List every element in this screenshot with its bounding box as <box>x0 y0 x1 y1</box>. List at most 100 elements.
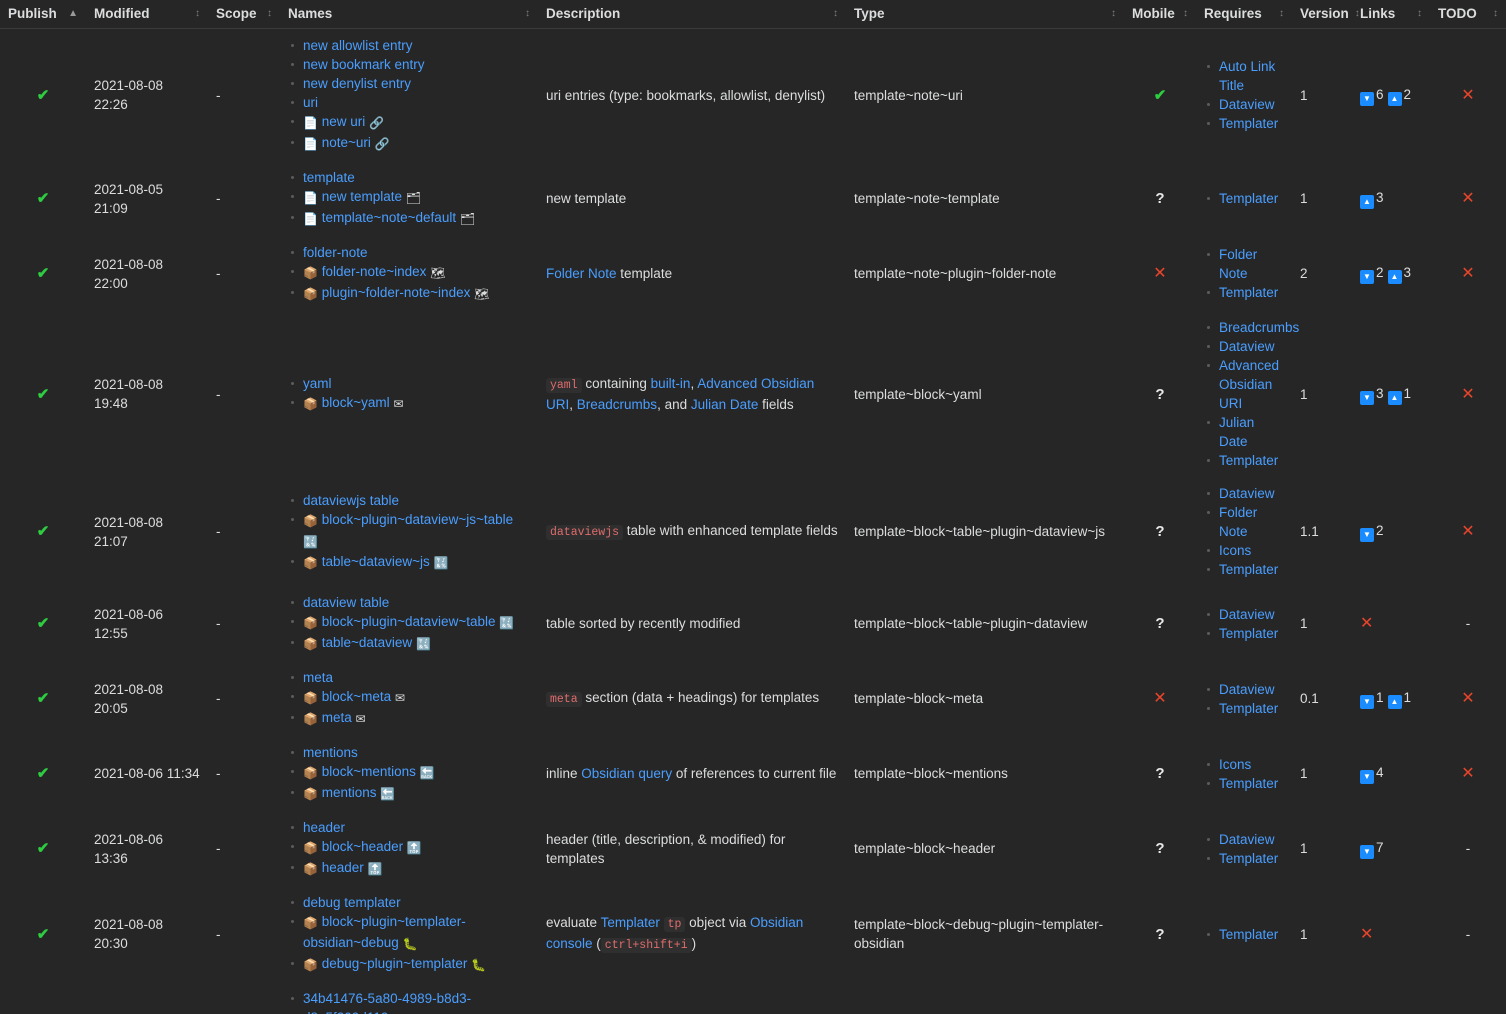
sort-arrow-links[interactable]: ↕ <box>1417 8 1422 19</box>
name-link[interactable]: debug templater <box>303 895 401 910</box>
column-header-scope[interactable]: Scope ↕ <box>208 0 280 29</box>
inlinks-badge[interactable]: ▼ <box>1360 270 1374 284</box>
inlinks-badge[interactable]: ▼ <box>1360 91 1374 106</box>
description-link[interactable]: Obsidian query <box>581 766 672 781</box>
requires-link[interactable]: Templater <box>1219 285 1278 300</box>
requires-link[interactable]: Templater <box>1219 701 1278 716</box>
column-header-modified[interactable]: Modified ↕ <box>86 0 208 29</box>
sort-arrow-publish[interactable]: ▲ <box>68 8 78 19</box>
name-link[interactable]: folder-note~index <box>322 264 427 279</box>
name-link[interactable]: meta <box>303 670 333 685</box>
sort-arrow-requires[interactable]: ↕ <box>1279 8 1284 19</box>
sort-arrow-description[interactable]: ↕ <box>833 8 838 19</box>
name-link[interactable]: folder-note <box>303 245 368 260</box>
requires-link[interactable]: Dataview <box>1219 682 1275 697</box>
requires-link[interactable]: Advanced Obsidian URI <box>1219 358 1279 411</box>
name-link[interactable]: dataview table <box>303 595 389 610</box>
requires-link[interactable]: Templater <box>1219 626 1278 641</box>
name-link[interactable]: debug~plugin~templater <box>322 956 468 971</box>
inlinks-badge[interactable]: ▼ <box>1360 770 1374 784</box>
modified-timestamp: 2021-08-08 20:30 <box>94 917 164 951</box>
sort-arrow-modified[interactable]: ↕ <box>195 8 200 19</box>
name-link[interactable]: block~plugin~templater-obsidian~debug <box>303 914 466 950</box>
description-link[interactable]: Julian Date <box>691 397 759 412</box>
name-link[interactable]: mentions <box>322 785 377 800</box>
inlinks-badge[interactable]: ▼ <box>1360 845 1374 859</box>
requires-link[interactable]: Julian Date <box>1219 415 1254 449</box>
column-header-version[interactable]: Version ↕ <box>1292 0 1360 29</box>
requires-link[interactable]: Templater <box>1219 191 1278 206</box>
column-header-type[interactable]: Type ↕ <box>846 0 1124 29</box>
outlinks-badge[interactable]: ▲ <box>1387 270 1402 284</box>
column-header-description[interactable]: Description ↕ <box>538 0 846 29</box>
requires-link[interactable]: Dataview <box>1219 832 1275 847</box>
requires-link[interactable]: Templater <box>1219 776 1278 791</box>
name-link[interactable]: new denylist entry <box>303 76 411 91</box>
requires-list: Folder Note Templater <box>1204 245 1284 302</box>
name-link[interactable]: note~uri <box>322 135 371 150</box>
name-link[interactable]: new uri <box>322 114 366 129</box>
sort-arrow-scope[interactable]: ↕ <box>267 8 272 19</box>
name-link[interactable]: new template <box>322 189 402 204</box>
outlinks-badge[interactable]: ▲ <box>1387 390 1402 405</box>
column-header-publish[interactable]: Publish ▲ <box>0 0 86 29</box>
outlinks-badge[interactable]: ▲ <box>1360 195 1374 209</box>
name-link[interactable]: header <box>303 820 345 835</box>
inlinks-badge[interactable]: ▼ <box>1360 528 1374 542</box>
outlinks-badge[interactable]: ▲ <box>1387 695 1402 709</box>
requires-item: Icons <box>1204 755 1284 774</box>
name-link[interactable]: template~note~default <box>322 210 456 225</box>
cell-type: template~block~table~plugin~dataview <box>846 586 1124 661</box>
name-link[interactable]: meta <box>322 710 352 725</box>
name-link[interactable]: block~mentions <box>322 764 416 779</box>
name-link[interactable]: block~yaml <box>322 395 390 410</box>
name-link[interactable]: yaml <box>303 376 332 391</box>
description-link[interactable]: built-in <box>651 376 691 391</box>
requires-link[interactable]: Folder Note <box>1219 247 1257 281</box>
description-link[interactable]: Templater <box>601 915 660 930</box>
name-link[interactable]: template <box>303 170 355 185</box>
description-link[interactable]: Breadcrumbs <box>577 397 657 412</box>
name-link[interactable]: new bookmark entry <box>303 57 425 72</box>
column-header-requires[interactable]: Requires ↕ <box>1196 0 1292 29</box>
sort-arrow-mobile[interactable]: ↕ <box>1183 8 1188 19</box>
requires-link[interactable]: Dataview <box>1219 607 1275 622</box>
column-header-mobile[interactable]: Mobile ↕ <box>1124 0 1196 29</box>
inlinks-badge[interactable]: ▼ <box>1360 390 1374 405</box>
name-link[interactable]: uri <box>303 95 318 110</box>
name-link[interactable]: block~plugin~dataview~table <box>322 614 496 629</box>
requires-link[interactable]: Templater <box>1219 927 1278 942</box>
outlinks-badge[interactable]: ▲ <box>1387 91 1402 106</box>
column-header-todo[interactable]: TODO ↕ <box>1430 0 1506 29</box>
inlinks-badge[interactable]: ▼ <box>1360 695 1374 709</box>
requires-link[interactable]: Icons <box>1219 543 1251 558</box>
sort-arrow-names[interactable]: ↕ <box>525 8 530 19</box>
name-link[interactable]: header <box>322 860 364 875</box>
column-header-links[interactable]: Links ↕ <box>1352 0 1430 29</box>
requires-link[interactable]: Folder Note <box>1219 505 1257 539</box>
name-link[interactable]: dataviewjs table <box>303 493 399 508</box>
name-link[interactable]: table~dataview~js <box>322 554 430 569</box>
name-link[interactable]: block~meta <box>322 689 391 704</box>
requires-link[interactable]: Templater <box>1219 851 1278 866</box>
name-link[interactable]: new allowlist entry <box>303 38 413 53</box>
name-link[interactable]: mentions <box>303 745 358 760</box>
requires-link[interactable]: Dataview <box>1219 339 1275 354</box>
column-header-names[interactable]: Names ↕ <box>280 0 538 29</box>
requires-link[interactable]: Dataview <box>1219 486 1275 501</box>
sort-arrow-todo[interactable]: ↕ <box>1493 8 1498 19</box>
description-link[interactable]: Folder Note <box>546 266 617 281</box>
name-link[interactable]: table~dataview <box>322 635 412 650</box>
sort-arrow-type[interactable]: ↕ <box>1111 8 1116 19</box>
name-link[interactable]: block~header <box>322 839 403 854</box>
requires-link[interactable]: Templater <box>1219 116 1278 131</box>
requires-link[interactable]: Templater <box>1219 562 1278 577</box>
name-link[interactable]: block~plugin~dataview~js~table <box>322 512 513 527</box>
requires-link[interactable]: Icons <box>1219 757 1251 772</box>
requires-link[interactable]: Auto Link Title <box>1219 59 1275 93</box>
requires-link[interactable]: Templater <box>1219 453 1278 468</box>
requires-link[interactable]: Breadcrumbs <box>1219 320 1299 335</box>
name-link[interactable]: 34b41476-5a80-4989-b8d3-d8a5f209d119 <box>303 991 471 1014</box>
requires-link[interactable]: Dataview <box>1219 97 1275 112</box>
name-link[interactable]: plugin~folder-note~index <box>322 285 471 300</box>
